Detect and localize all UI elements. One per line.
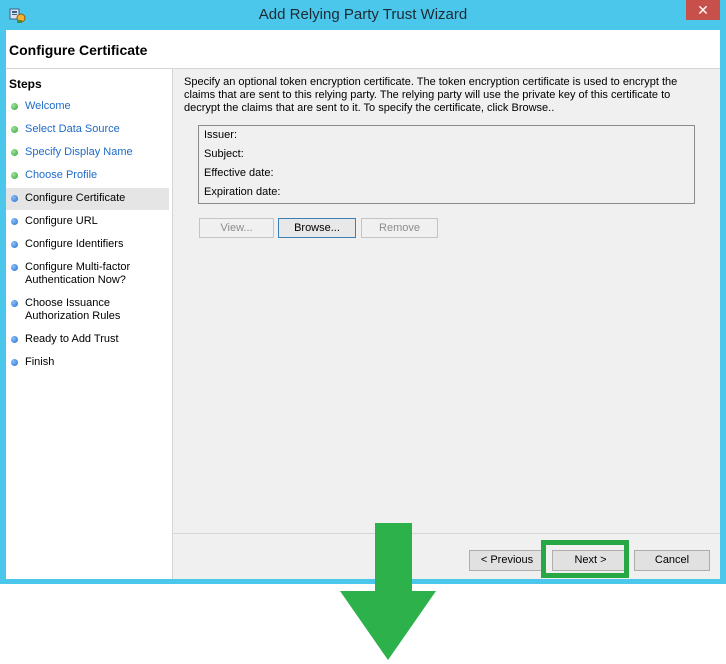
step-label: Select Data Source [25,123,120,135]
step-label: Choose Profile [25,169,98,181]
step-label: Specify Display Name [25,146,133,158]
step-choose-profile[interactable]: Choose Profile [6,169,169,182]
remove-button[interactable]: Remove [361,218,438,238]
step-label: Configure URL [25,215,98,227]
step-label: Welcome [25,100,71,112]
effective-date-label: Effective date: [204,167,274,179]
down-arrow-icon [340,523,436,660]
window-title: Add Relying Party Trust Wizard [258,6,468,23]
wizard-client: Configure Certificate Steps Welcome Sele… [6,30,720,579]
close-icon: ✕ [697,2,709,18]
step-ready-to-add-trust: Ready to Add Trust [6,333,169,346]
step-label: Configure Certificate [25,192,126,204]
step-current-icon [11,195,18,202]
step-label: Ready to Add Trust [25,333,119,345]
cancel-button[interactable]: Cancel [634,550,710,571]
step-configure-certificate: Configure Certificate [6,188,169,210]
steps-pane: Steps Welcome Select Data Source Specify… [6,69,173,579]
step-pending-icon [11,241,18,248]
expiration-date-label: Expiration date: [204,186,281,198]
next-button-highlight [541,540,629,578]
subject-label: Subject: [204,148,244,160]
step-choose-issuance-rules: Choose Issuance Authorization Rules [6,297,126,323]
step-complete-icon [11,149,18,156]
step-finish: Finish [6,356,169,369]
step-pending-icon [11,264,18,271]
footer-divider [173,533,720,534]
view-button[interactable]: View... [199,218,274,238]
step-configure-mfa: Configure Multi-factor Authentication No… [6,261,134,287]
step-complete-icon [11,126,18,133]
issuer-label: Issuer: [204,129,238,141]
step-select-data-source[interactable]: Select Data Source [6,123,169,136]
step-complete-icon [11,103,18,110]
step-pending-icon [11,336,18,343]
page-title: Configure Certificate [9,42,148,58]
certificate-details-box: Issuer: Subject: Effective date: Expirat… [198,125,695,204]
browse-button[interactable]: Browse... [278,218,356,238]
step-pending-icon [11,359,18,366]
step-specify-display-name[interactable]: Specify Display Name [6,146,169,159]
step-label: Configure Multi-factor Authentication No… [25,261,131,286]
title-bar[interactable]: Add Relying Party Trust Wizard ✕ [0,0,726,30]
step-pending-icon [11,300,18,307]
step-label: Configure Identifiers [25,238,124,250]
step-label: Choose Issuance Authorization Rules [25,297,121,322]
description-text: Specify an optional token encryption cer… [184,76,678,114]
previous-button[interactable]: < Previous [469,550,545,571]
page-header: Configure Certificate [6,30,720,69]
step-welcome[interactable]: Welcome [6,100,169,113]
wizard-window: Add Relying Party Trust Wizard ✕ Configu… [0,0,726,584]
steps-title: Steps [9,77,42,91]
step-configure-url: Configure URL [6,215,169,228]
step-complete-icon [11,172,18,179]
step-pending-icon [11,218,18,225]
main-pane: Specify an optional token encryption cer… [173,69,720,579]
step-label: Finish [25,356,55,368]
step-configure-identifiers: Configure Identifiers [6,238,169,251]
close-button[interactable]: ✕ [686,0,720,20]
